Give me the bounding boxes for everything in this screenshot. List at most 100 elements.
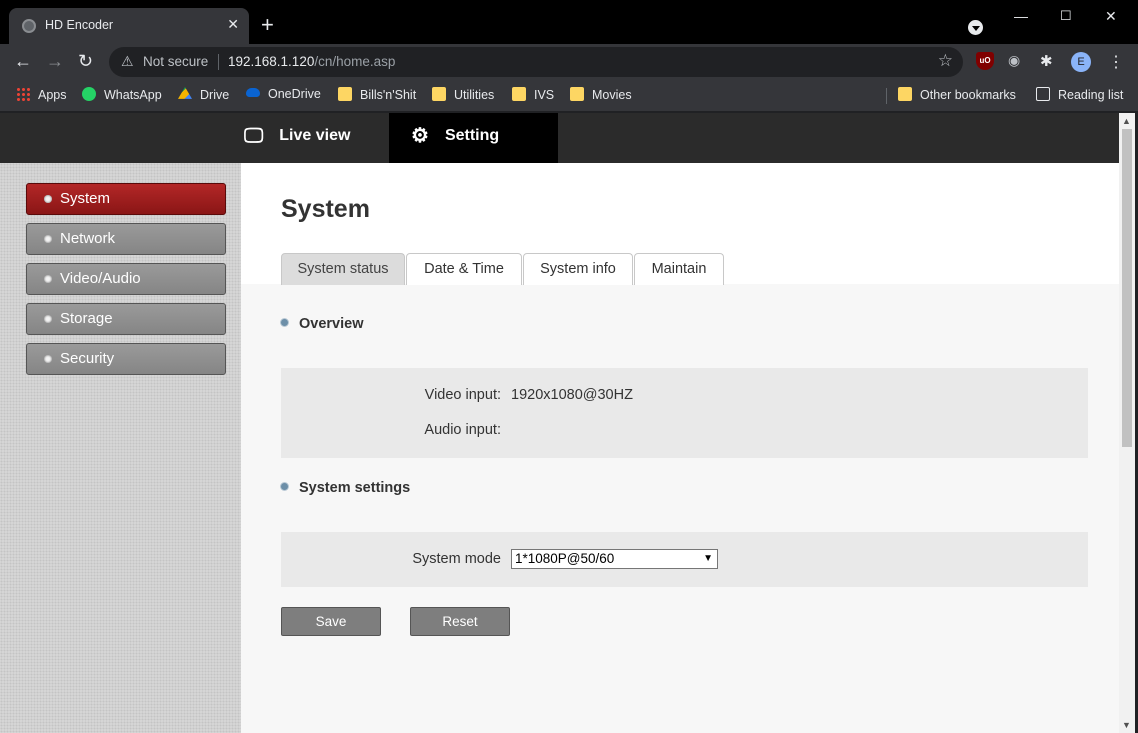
system-settings-box: System mode 1*1080P@50/60 ▼ <box>281 532 1088 587</box>
nav-setting-label: Setting <box>444 127 500 144</box>
audio-input-label: Audio input: <box>424 422 501 438</box>
warning-icon[interactable]: ⚠ <box>121 53 134 70</box>
sidebar-item-network[interactable]: Network <box>26 223 226 255</box>
sidebar-item-security[interactable]: Security <box>26 343 226 375</box>
section-overview-heading: Overview <box>281 316 364 332</box>
tab-system-info[interactable]: System info <box>523 253 633 285</box>
extension-icon[interactable]: ◉ <box>1008 52 1026 70</box>
top-nav: 🖵 Live view ⚙ Setting <box>0 113 1119 163</box>
nav-live-view[interactable]: 🖵 Live view <box>244 113 350 163</box>
new-tab-button[interactable]: + <box>261 14 274 36</box>
other-bookmarks-label: Other bookmarks <box>920 88 1016 102</box>
bookmark-label: Bills'n'Shit <box>360 88 417 102</box>
close-tab-icon[interactable]: ✕ <box>227 16 239 33</box>
sidebar-item-storage[interactable]: Storage <box>26 303 226 335</box>
omnibox-divider <box>218 54 219 70</box>
sidebar: System Network Video/Audio Storage Secur… <box>0 163 241 733</box>
sidebar-item-label: Network <box>60 230 116 247</box>
other-bookmarks[interactable]: Other bookmarks <box>898 87 1016 102</box>
reading-list[interactable]: Reading list <box>1036 87 1123 102</box>
sidebar-item-label: Storage <box>60 310 113 327</box>
page-scrollbar[interactable]: ▲ ▼ <box>1119 113 1135 733</box>
browser-toolbar: ← → ↻ ⚠ Not secure 192.168.1.120/cn/home… <box>0 44 1138 80</box>
bullet-icon <box>44 235 52 243</box>
system-mode-label: System mode <box>412 551 501 567</box>
tab-maintain[interactable]: Maintain <box>634 253 724 285</box>
bookmark-star-icon[interactable]: ☆ <box>938 51 953 71</box>
scroll-thumb[interactable] <box>1122 129 1132 447</box>
scroll-down-icon[interactable]: ▼ <box>1122 720 1131 730</box>
bookmark-label: Utilities <box>454 88 495 102</box>
url-text[interactable]: 192.168.1.120/cn/home.asp <box>228 54 395 69</box>
reading-list-label: Reading list <box>1058 88 1124 102</box>
menu-kebab-icon[interactable]: ⋮ <box>1108 52 1124 72</box>
sidebar-item-video-audio[interactable]: Video/Audio <box>26 263 226 295</box>
scroll-up-icon[interactable]: ▲ <box>1122 116 1131 126</box>
nav-live-view-label: Live view <box>279 127 351 144</box>
tab-search-icon[interactable] <box>968 20 983 35</box>
folder-icon <box>432 87 446 101</box>
ublock-extension-icon[interactable]: uO <box>976 52 994 70</box>
tab-panel: Overview Video input: 1920x1080@30HZ Aud… <box>241 284 1119 733</box>
address-bar[interactable]: ⚠ Not secure 192.168.1.120/cn/home.asp ☆ <box>109 47 963 77</box>
video-input-label: Video input: <box>424 387 501 403</box>
tab-system-status[interactable]: System status <box>281 253 405 285</box>
whatsapp-icon <box>82 87 96 101</box>
sidebar-item-label: Security <box>60 350 115 367</box>
bookmark-drive[interactable]: Drive <box>178 87 229 102</box>
folder-icon <box>512 87 526 101</box>
bookmark-whatsapp[interactable]: WhatsApp <box>82 87 162 102</box>
folder-icon <box>898 87 912 101</box>
profile-avatar[interactable]: E <box>1071 52 1091 72</box>
sidebar-item-label: System <box>60 190 111 207</box>
tab-date-time[interactable]: Date & Time <box>406 253 522 285</box>
security-label[interactable]: Not secure <box>143 54 208 69</box>
forward-icon[interactable]: → <box>46 50 64 72</box>
web-page: 🖵 Live view ⚙ Setting System Network Video… <box>0 113 1119 733</box>
bookmark-label: Apps <box>38 88 67 102</box>
reload-icon[interactable]: ↻ <box>78 50 93 72</box>
bookmark-label: WhatsApp <box>104 88 162 102</box>
bookmark-folder-movies[interactable]: Movies <box>570 87 632 102</box>
nav-setting[interactable]: ⚙ Setting <box>389 113 558 163</box>
bookmark-onedrive[interactable]: OneDrive <box>246 87 321 101</box>
bullet-icon <box>281 319 288 326</box>
maximize-button[interactable]: ☐ <box>1060 8 1072 24</box>
folder-icon <box>338 87 352 101</box>
monitor-icon: 🖵 <box>244 125 264 147</box>
bullet-icon <box>44 355 52 363</box>
save-button[interactable]: Save <box>281 607 381 636</box>
sidebar-item-system[interactable]: System <box>26 183 226 215</box>
browser-tabstrip: HD Encoder ✕ + — ☐ ✕ <box>0 0 1138 44</box>
video-input-value: 1920x1080@30HZ <box>511 387 633 403</box>
system-mode-value: 1*1080P@50/60 <box>515 551 615 566</box>
bookmark-folder-bills[interactable]: Bills'n'Shit <box>338 87 416 102</box>
bookmark-folder-utilities[interactable]: Utilities <box>432 87 494 102</box>
section-system-settings-heading: System settings <box>281 480 410 496</box>
bullet-icon <box>44 275 52 283</box>
bookmark-label: OneDrive <box>268 87 321 101</box>
folder-icon <box>570 87 584 101</box>
system-mode-select[interactable]: 1*1080P@50/60 ▼ <box>511 549 718 569</box>
extensions-puzzle-icon[interactable]: ✱ <box>1040 52 1058 70</box>
tab-title: HD Encoder <box>45 18 114 32</box>
minimize-button[interactable]: — <box>1014 8 1028 24</box>
bookmark-folder-ivs[interactable]: IVS <box>512 87 554 102</box>
page-title: System <box>281 195 370 223</box>
back-icon[interactable]: ← <box>14 50 32 72</box>
bookmarks-divider <box>886 88 887 104</box>
reading-list-icon <box>1036 87 1050 101</box>
url-path: /cn/home.asp <box>314 54 396 69</box>
reset-button[interactable]: Reset <box>410 607 510 636</box>
bookmark-label: IVS <box>534 88 555 102</box>
window-close-button[interactable]: ✕ <box>1105 8 1117 25</box>
browser-tab[interactable]: HD Encoder ✕ <box>9 8 249 44</box>
chevron-down-icon: ▼ <box>703 553 713 564</box>
bookmark-apps[interactable]: Apps <box>16 87 67 102</box>
bookmark-label: Drive <box>200 88 230 102</box>
section-heading-text: Overview <box>299 316 364 332</box>
bullet-icon <box>44 195 52 203</box>
bullet-icon <box>281 483 288 490</box>
overview-box: Video input: 1920x1080@30HZ Audio input: <box>281 368 1088 458</box>
gear-icon: ⚙ <box>411 125 429 147</box>
